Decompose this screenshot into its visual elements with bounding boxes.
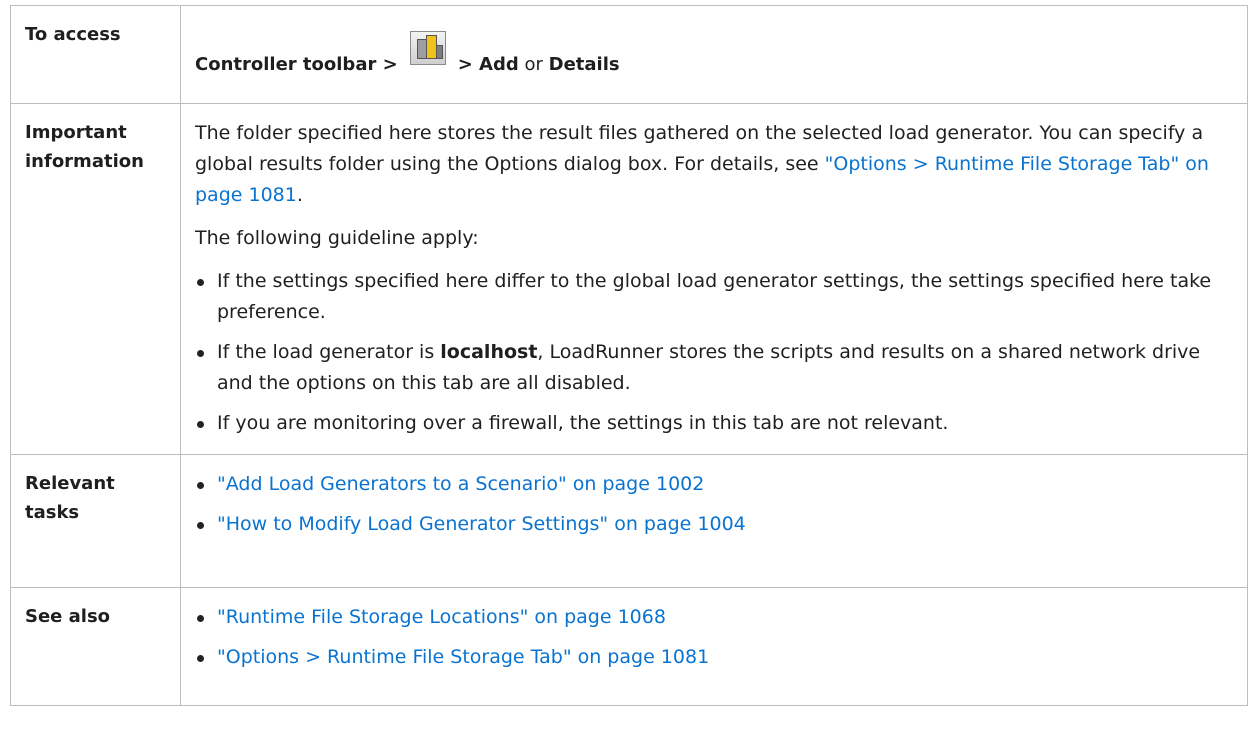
guideline-item: If you are monitoring over a firewall, t… [195,408,1229,439]
access-path: Controller toolbar > > Add or Details [195,20,1229,103]
see-also-list: "Runtime File Storage Locations" on page… [195,602,1229,673]
guideline-item: If the load generator is localhost, Load… [195,337,1229,399]
list-item: "Add Load Generators to a Scenario" on p… [195,469,1229,500]
reference-table: To access Controller toolbar > > Add or … [10,5,1248,706]
row-content-to-access: Controller toolbar > > Add or Details [180,5,1248,104]
relevant-tasks-list: "Add Load Generators to a Scenario" on p… [195,469,1229,540]
row-label-important-information: Important information [10,103,181,455]
load-generators-icon [409,31,446,65]
important-paragraph-1-end: . [296,184,303,206]
list-item: "Runtime File Storage Locations" on page… [195,602,1229,633]
row-label-to-access: To access [10,5,181,104]
row-label-see-also: See also [10,587,181,706]
row-important-information: Important information The folder specifi… [10,103,1248,455]
guideline-item-bold: localhost [440,341,538,363]
important-paragraph-1: The folder specified here stores the res… [195,118,1229,211]
row-content-see-also: "Runtime File Storage Locations" on page… [180,587,1248,706]
runtime-file-storage-locations-link[interactable]: "Runtime File Storage Locations" on page… [217,606,666,628]
list-item: "Options > Runtime File Storage Tab" on … [195,642,1229,673]
access-path-part1: Controller toolbar > [195,54,398,75]
row-content-relevant-tasks: "Add Load Generators to a Scenario" on p… [180,454,1248,588]
row-relevant-tasks: Relevant tasks "Add Load Generators to a… [10,454,1248,588]
add-load-generators-link[interactable]: "Add Load Generators to a Scenario" on p… [217,473,704,495]
row-label-relevant-tasks: Relevant tasks [10,454,181,588]
access-path-or: or [518,54,549,75]
guideline-item-text: If the load generator is [217,341,441,363]
row-see-also: See also "Runtime File Storage Locations… [10,587,1248,706]
guideline-item: If the settings specified here differ to… [195,266,1229,328]
list-item: "How to Modify Load Generator Settings" … [195,509,1229,540]
guideline-list: If the settings specified here differ to… [195,266,1229,439]
modify-load-generator-settings-link[interactable]: "How to Modify Load Generator Settings" … [217,513,746,535]
access-path-add: > Add [457,54,519,75]
important-paragraph-2: The following guideline apply: [195,227,479,249]
row-content-important-information: The folder specified here stores the res… [180,103,1248,455]
access-path-details: Details [548,54,620,75]
options-runtime-file-storage-tab-link[interactable]: "Options > Runtime File Storage Tab" on … [217,646,709,668]
row-to-access: To access Controller toolbar > > Add or … [10,5,1248,104]
